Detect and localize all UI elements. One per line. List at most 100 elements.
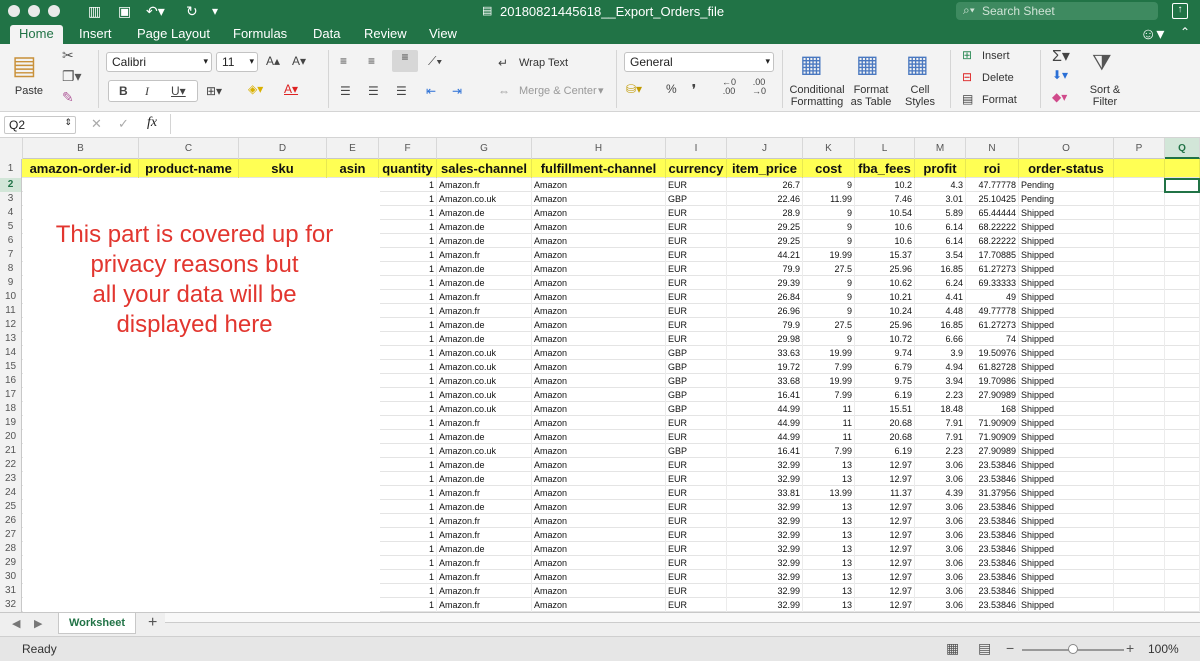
cell-empty[interactable] (1114, 402, 1165, 416)
cell-empty[interactable] (1114, 430, 1165, 444)
cell-quantity[interactable]: 1 (379, 472, 437, 486)
cell-item-price[interactable]: 16.41 (727, 444, 803, 458)
cell-item-price[interactable]: 28.9 (727, 206, 803, 220)
cell-quantity[interactable]: 1 (379, 290, 437, 304)
cell-empty[interactable] (1165, 556, 1200, 570)
cell-currency[interactable]: GBP (666, 444, 727, 458)
cell-sales-channel[interactable]: Amazon.fr (437, 290, 532, 304)
cell-roi[interactable]: 23.53846 (966, 500, 1019, 514)
cell-fulfillment-channel[interactable]: Amazon (532, 332, 666, 346)
borders-icon[interactable]: ⊞▾ (206, 84, 222, 98)
cell-fulfillment-channel[interactable]: Amazon (532, 584, 666, 598)
cell-quantity[interactable]: 1 (379, 388, 437, 402)
header-cell[interactable] (1165, 159, 1200, 178)
cell-currency[interactable]: EUR (666, 234, 727, 248)
cell-order-status[interactable]: Shipped (1019, 220, 1114, 234)
cell-fulfillment-channel[interactable]: Amazon (532, 262, 666, 276)
delete-cells-button[interactable]: Delete (982, 72, 1014, 84)
cell-empty[interactable] (1114, 598, 1165, 612)
cell-roi[interactable]: 61.27273 (966, 262, 1019, 276)
cell-fba-fees[interactable]: 6.79 (855, 360, 915, 374)
cell-cost[interactable]: 9 (803, 304, 855, 318)
cell-quantity[interactable]: 1 (379, 346, 437, 360)
cell-quantity[interactable]: 1 (379, 556, 437, 570)
cell-item-price[interactable]: 26.7 (727, 178, 803, 192)
cell-roi[interactable]: 27.90989 (966, 388, 1019, 402)
cell-empty[interactable] (1114, 290, 1165, 304)
cell-empty[interactable] (1165, 500, 1200, 514)
cell-profit[interactable]: 6.24 (915, 276, 966, 290)
cell-fulfillment-channel[interactable]: Amazon (532, 430, 666, 444)
align-bottom-icon[interactable]: ≡ (392, 50, 418, 72)
cell-empty[interactable] (1165, 276, 1200, 290)
cell-profit[interactable]: 4.94 (915, 360, 966, 374)
cell-fulfillment-channel[interactable]: Amazon (532, 290, 666, 304)
cell-order-status[interactable]: Pending (1019, 192, 1114, 206)
cell-order-status[interactable]: Shipped (1019, 472, 1114, 486)
cell-fba-fees[interactable]: 10.72 (855, 332, 915, 346)
cell-item-price[interactable]: 79.9 (727, 262, 803, 276)
cell-currency[interactable]: EUR (666, 430, 727, 444)
cell-quantity[interactable]: 1 (379, 360, 437, 374)
cell-currency[interactable]: EUR (666, 290, 727, 304)
quick-access-more-icon[interactable]: ▾ (212, 2, 218, 20)
cell-quantity[interactable]: 1 (379, 598, 437, 612)
cell-currency[interactable]: EUR (666, 206, 727, 220)
cell-fba-fees[interactable]: 20.68 (855, 416, 915, 430)
cell-roi[interactable]: 23.53846 (966, 514, 1019, 528)
cell-profit[interactable]: 3.94 (915, 374, 966, 388)
cell-roi[interactable]: 23.53846 (966, 584, 1019, 598)
cell-fba-fees[interactable]: 10.24 (855, 304, 915, 318)
cell-fba-fees[interactable]: 12.97 (855, 528, 915, 542)
cell-empty[interactable] (1114, 346, 1165, 360)
row-header[interactable]: 22 (0, 458, 22, 472)
cell-fba-fees[interactable]: 12.97 (855, 542, 915, 556)
sort-filter-button[interactable]: Sort & Filter (1086, 84, 1124, 108)
cell-sales-channel[interactable]: Amazon.co.uk (437, 192, 532, 206)
fill-color-icon[interactable]: ◈▾ (248, 82, 263, 96)
cell-quantity[interactable]: 1 (379, 402, 437, 416)
cell-fulfillment-channel[interactable]: Amazon (532, 500, 666, 514)
cell-sales-channel[interactable]: Amazon.fr (437, 584, 532, 598)
row-header[interactable]: 3 (0, 192, 22, 206)
cell-fulfillment-channel[interactable]: Amazon (532, 514, 666, 528)
cell-sales-channel[interactable]: Amazon.co.uk (437, 402, 532, 416)
cell-profit[interactable]: 3.9 (915, 346, 966, 360)
cell-cost[interactable]: 13 (803, 598, 855, 612)
merge-center-button[interactable]: Merge & Center (519, 85, 597, 97)
cell-cost[interactable]: 13 (803, 528, 855, 542)
cell-fulfillment-channel[interactable]: Amazon (532, 542, 666, 556)
cell-empty[interactable] (1165, 262, 1200, 276)
clear-icon[interactable]: ◆▾ (1052, 90, 1067, 104)
conditional-formatting-icon[interactable]: ▦ (800, 50, 823, 79)
row-header[interactable]: 14 (0, 346, 22, 360)
cell-cost[interactable]: 19.99 (803, 248, 855, 262)
header-cell[interactable]: asin (327, 159, 379, 178)
cell-empty[interactable] (1114, 444, 1165, 458)
header-cell[interactable]: amazon-order-id (23, 159, 139, 178)
cell-profit[interactable]: 3.54 (915, 248, 966, 262)
insert-function-icon[interactable]: fx (147, 115, 157, 131)
undo-icon[interactable]: ↶▾ (146, 2, 165, 20)
decrease-indent-icon[interactable]: ⇤ (426, 84, 436, 98)
cell-quantity[interactable]: 1 (379, 192, 437, 206)
cell-roi[interactable]: 68.22222 (966, 220, 1019, 234)
cell-profit[interactable]: 6.14 (915, 220, 966, 234)
cell-profit[interactable]: 3.06 (915, 584, 966, 598)
cell-fba-fees[interactable]: 10.21 (855, 290, 915, 304)
cell-empty[interactable] (1114, 304, 1165, 318)
format-as-table-button[interactable]: Format as Table (848, 84, 894, 108)
cell-item-price[interactable]: 29.98 (727, 332, 803, 346)
cell-order-status[interactable]: Shipped (1019, 542, 1114, 556)
cell-fba-fees[interactable]: 10.54 (855, 206, 915, 220)
row-header[interactable]: 25 (0, 500, 22, 514)
align-left-icon[interactable]: ☰ (340, 84, 351, 98)
cell-profit[interactable]: 3.01 (915, 192, 966, 206)
cell-fba-fees[interactable]: 6.19 (855, 388, 915, 402)
cell-empty[interactable] (1114, 570, 1165, 584)
cell-fba-fees[interactable]: 12.97 (855, 584, 915, 598)
row-header[interactable]: 10 (0, 290, 22, 304)
cell-item-price[interactable]: 32.99 (727, 528, 803, 542)
sidebar-toggle-icon[interactable]: ▥ (88, 2, 101, 20)
cell-profit[interactable]: 18.48 (915, 402, 966, 416)
